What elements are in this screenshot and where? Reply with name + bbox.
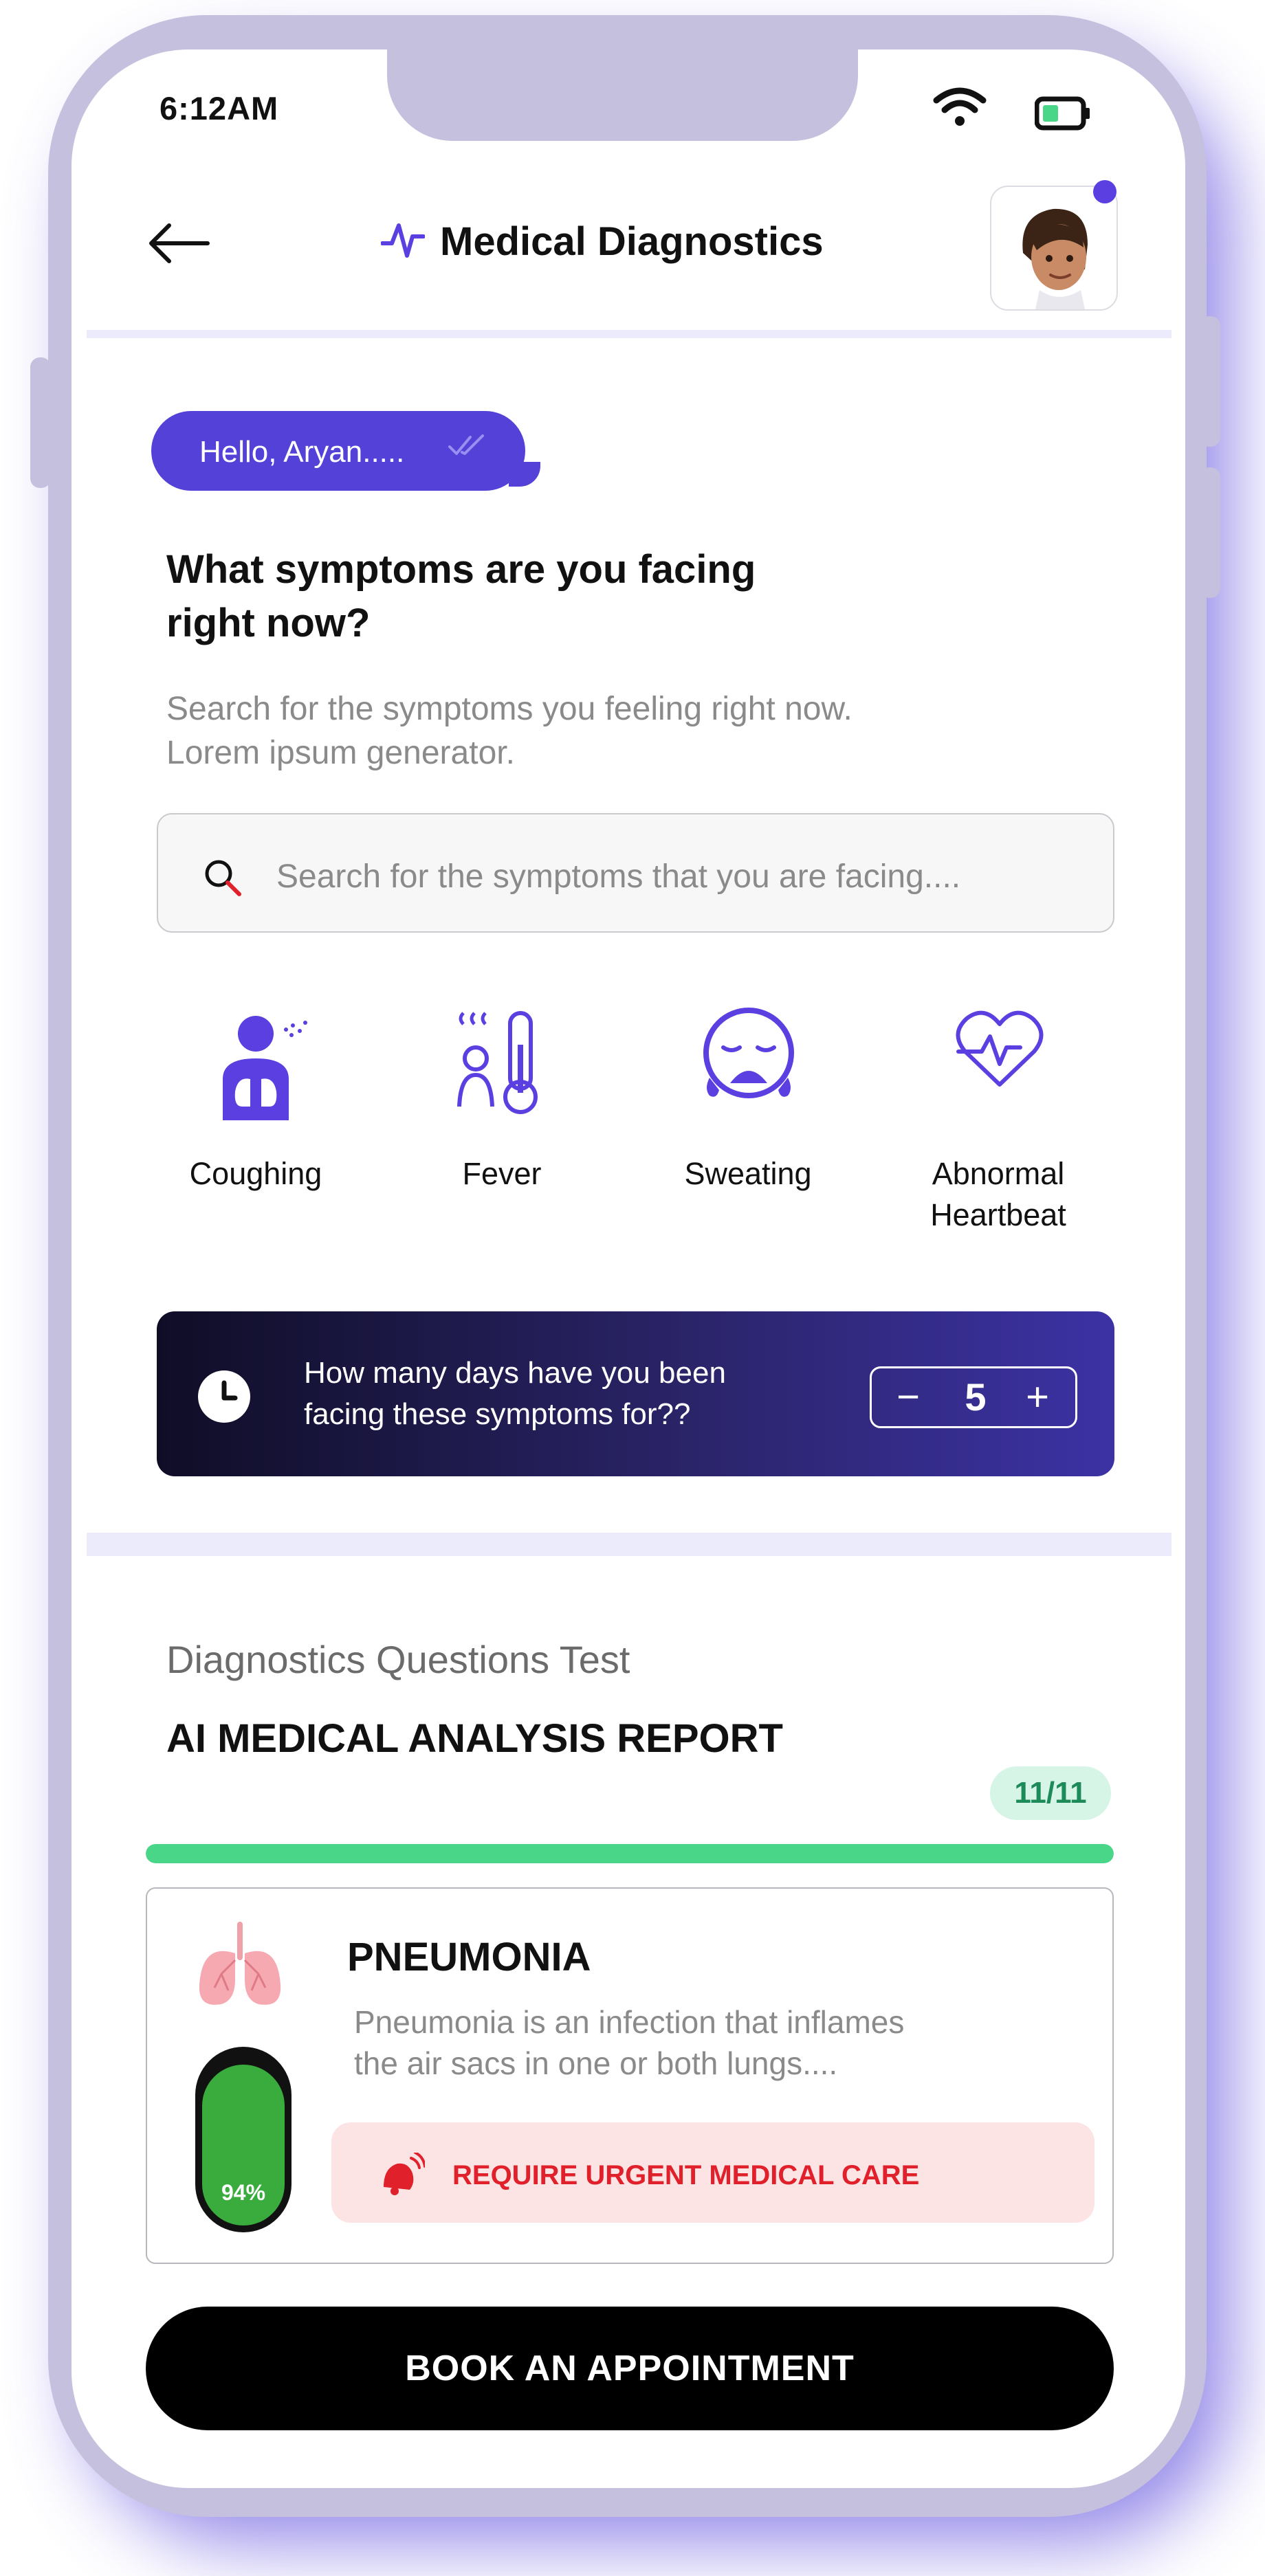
question-line-2: right now? [166,601,371,645]
pulse-icon [381,223,425,258]
symptom-subtext: Search for the symptoms you feeling righ… [166,687,991,775]
battery-icon [1035,96,1090,131]
duration-line-2: facing these symptoms for?? [304,1397,691,1431]
status-time: 6:12AM [160,90,279,126]
duration-line-1: How many days have you been [304,1356,726,1390]
symptom-label-line-1: Abnormal [932,1156,1065,1191]
question-line-1: What symptoms are you facing [166,547,756,592]
book-appointment-button[interactable]: BOOK AN APPOINTMENT [146,2307,1114,2430]
days-value: 5 [965,1375,987,1419]
symptom-label: Coughing [189,1156,322,1191]
search-placeholder: Search for the symptoms that you are fac… [276,858,961,895]
clock-icon [198,1370,250,1423]
disease-desc-line-2: the air sacs in one or both lungs.... [354,2045,838,2081]
notification-dot [1093,180,1116,203]
heartbeat-icon [956,1010,1044,1087]
search-icon [205,860,241,896]
double-check-icon [448,434,484,455]
symptom-label: Sweating [684,1156,812,1191]
avatar-illustration [1022,208,1088,309]
avatar[interactable] [990,186,1118,311]
coughing-icon [223,1016,307,1120]
arrow-left-icon[interactable] [147,221,210,265]
symptom-fever[interactable]: Fever [392,1003,612,1251]
progress-fill [146,1844,1114,1863]
progress-bar [146,1844,1114,1863]
fever-icon [457,1011,538,1114]
disease-description: Pneumonia is an infection that inflames … [354,2001,973,2084]
symptom-sweating[interactable]: Sweating [638,1003,858,1251]
symptom-coughing[interactable]: Coughing [146,1003,366,1251]
increment-button[interactable]: + [1013,1368,1062,1426]
symptom-label: Fever [462,1156,542,1191]
symptom-question: What symptoms are you facing right now? [166,543,854,650]
subtext-line-1: Search for the symptoms you feeling righ… [166,691,852,727]
lungs-icon [199,1922,281,2005]
duration-question: How many days have you been facing these… [304,1353,826,1435]
header-divider [87,330,1172,338]
alarm-bell-icon [384,2153,425,2195]
disease-name: PNEUMONIA [347,1935,591,1979]
disease-desc-line-1: Pneumonia is an infection that inflames [354,2004,905,2040]
wifi-icon [933,87,987,126]
page-title: Medical Diagnostics [440,219,824,264]
side-button-right-upper [1200,316,1220,447]
section-divider [87,1533,1172,1556]
symptom-abnormal-heartbeat[interactable]: Abnormal Heartbeat [888,1003,1108,1251]
notch [387,41,858,141]
side-button-left [30,357,51,488]
urgency-text: REQUIRE URGENT MEDICAL CARE [452,2160,920,2190]
days-stepper: − 5 + [870,1366,1077,1428]
sweating-icon [703,1008,794,1098]
report-title: AI MEDICAL ANALYSIS REPORT [166,1716,783,1761]
greeting-text: Hello, Aryan..... [199,435,405,469]
side-button-right-lower [1200,467,1220,598]
symptom-label-line-2: Heartbeat [930,1197,1066,1232]
confidence-percent: 94% [221,2180,266,2205]
report-subtitle: Diagnostics Questions Test [166,1638,630,1681]
decrement-button[interactable]: − [884,1368,932,1426]
subtext-line-2: Lorem ipsum generator. [166,735,515,771]
question-count-badge: 11/11 [990,1766,1111,1820]
